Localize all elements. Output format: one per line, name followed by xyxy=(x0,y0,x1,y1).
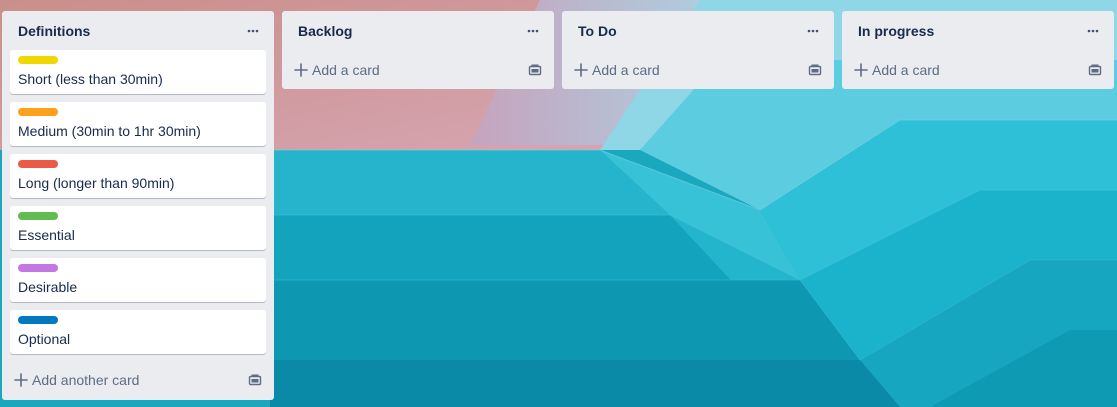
card[interactable]: Short (less than 30min) xyxy=(10,50,266,94)
add-card-button[interactable]: Add a card xyxy=(854,62,940,78)
list-footer: Add a card xyxy=(850,51,1106,89)
card-template-icon[interactable] xyxy=(528,63,542,77)
card-title: Essential xyxy=(18,227,75,243)
list-title[interactable]: To Do xyxy=(578,23,617,39)
plus-icon xyxy=(854,63,868,77)
label-yellow xyxy=(18,56,58,64)
label-green xyxy=(18,212,58,220)
list-title[interactable]: Backlog xyxy=(298,23,352,39)
add-card-button[interactable]: Add another card xyxy=(14,372,139,388)
list-footer: Add a card xyxy=(290,51,546,89)
list-definitions: Definitions Short (less than 30min) Medi… xyxy=(2,11,274,400)
card-template-icon[interactable] xyxy=(1088,63,1102,77)
add-card-label: Add another card xyxy=(32,372,140,388)
card-template-icon[interactable] xyxy=(808,63,822,77)
card[interactable]: Optional xyxy=(10,310,266,354)
plus-icon xyxy=(294,63,308,77)
list-in-progress: In progress Add a card xyxy=(842,11,1114,89)
card-title: Optional xyxy=(18,331,71,347)
add-card-button[interactable]: Add a card xyxy=(574,62,660,78)
add-card-label: Add a card xyxy=(592,62,660,78)
board-lists: Definitions Short (less than 30min) Medi… xyxy=(2,11,1117,400)
card-template-icon[interactable] xyxy=(248,373,262,387)
list-footer: Add a card xyxy=(570,51,826,89)
list-header: In progress xyxy=(850,11,1106,51)
card[interactable]: Desirable xyxy=(10,258,266,302)
card[interactable]: Medium (30min to 1hr 30min) xyxy=(10,102,266,146)
card-title: Short (less than 30min) xyxy=(18,71,163,87)
label-orange xyxy=(18,108,58,116)
list-footer: Add another card xyxy=(10,360,266,400)
label-blue xyxy=(18,316,58,324)
card[interactable]: Essential xyxy=(10,206,266,250)
ellipsis-icon[interactable] xyxy=(802,20,824,42)
card[interactable]: Long (longer than 90min) xyxy=(10,154,266,198)
list-to-do: To Do Add a card xyxy=(562,11,834,89)
card-title: Medium (30min to 1hr 30min) xyxy=(18,123,201,139)
list-header: Backlog xyxy=(290,11,546,51)
add-card-button[interactable]: Add a card xyxy=(294,62,380,78)
list-header: To Do xyxy=(570,11,826,51)
ellipsis-icon[interactable] xyxy=(1082,20,1104,42)
list-title[interactable]: Definitions xyxy=(18,23,90,39)
add-card-label: Add a card xyxy=(872,62,940,78)
label-red xyxy=(18,160,58,168)
add-card-label: Add a card xyxy=(312,62,380,78)
plus-icon xyxy=(574,63,588,77)
list-title[interactable]: In progress xyxy=(858,23,934,39)
plus-icon xyxy=(14,373,28,387)
ellipsis-icon[interactable] xyxy=(242,20,264,42)
list-backlog: Backlog Add a card xyxy=(282,11,554,89)
label-purple xyxy=(18,264,58,272)
card-title: Desirable xyxy=(18,279,78,295)
ellipsis-icon[interactable] xyxy=(522,20,544,42)
list-header: Definitions xyxy=(10,11,266,50)
card-title: Long (longer than 90min) xyxy=(18,175,175,191)
